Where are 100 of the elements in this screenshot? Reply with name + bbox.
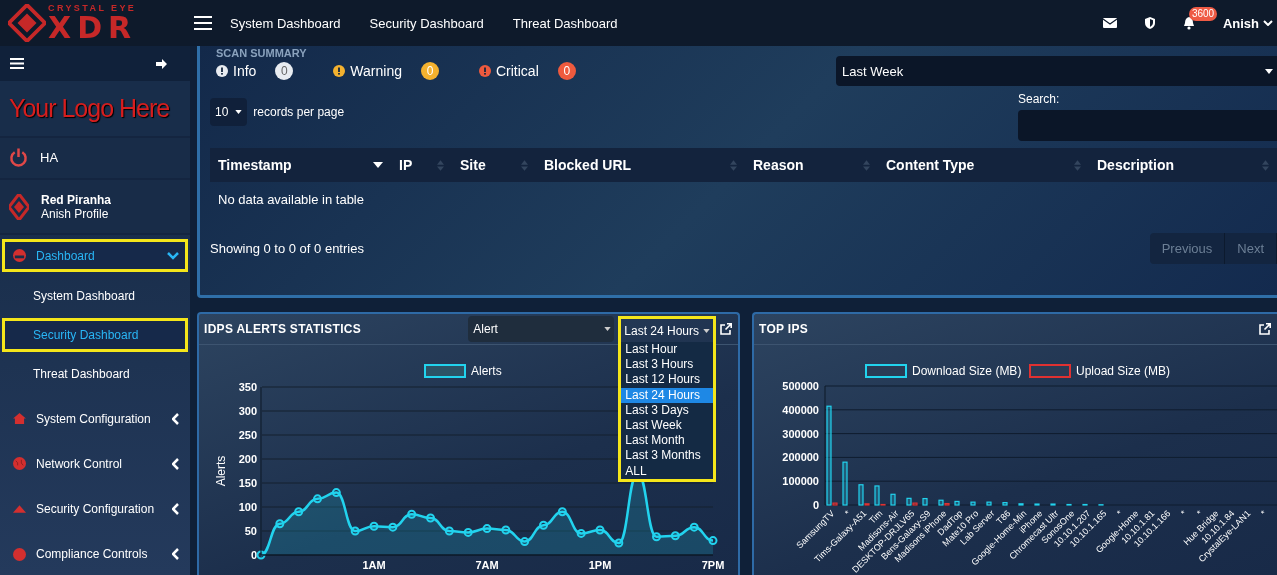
period-select[interactable]: Last Week (836, 56, 1277, 86)
home-icon (13, 413, 26, 425)
chevron-left-icon (172, 412, 179, 425)
legend-label: Download Size (MB) (912, 364, 1022, 378)
gauge-icon (13, 249, 26, 263)
external-link-icon[interactable] (720, 323, 732, 335)
chevron-down-icon (1263, 20, 1273, 26)
axis-tick-label: 1AM (362, 559, 386, 571)
axis-title: Alerts (214, 455, 228, 487)
column-header[interactable]: Blocked URL (544, 157, 632, 173)
dropdown-option[interactable]: Last 12 Hours (621, 372, 713, 388)
axis-tick-label: 300 (238, 405, 257, 417)
dropdown-option[interactable]: Last Month (621, 433, 713, 449)
sidebar-subitem[interactable]: Security Dashboard (2, 318, 188, 352)
ha-label[interactable]: HA (40, 150, 59, 166)
column-header[interactable]: Reason (753, 157, 804, 173)
data-point (501, 525, 511, 535)
profile-subtitle: Anish Profile (41, 206, 110, 221)
data-point (369, 521, 379, 531)
data-point (557, 507, 567, 517)
axis-category-label: * (1178, 508, 1189, 518)
nav-link[interactable]: Threat Dashboard (512, 15, 618, 31)
data-point (482, 524, 492, 534)
data-point (539, 520, 548, 530)
panel-title: TOP IPS (759, 322, 808, 336)
axis-tick-label: 200 (238, 453, 257, 465)
axis-tick-label: 150 (238, 477, 257, 489)
sidebar-item[interactable]: Compliance Controls (2, 537, 188, 571)
menu-icon[interactable] (10, 58, 24, 69)
menu-icon[interactable] (194, 16, 212, 30)
sign-out-icon[interactable] (156, 58, 168, 69)
column-header[interactable]: IP (399, 157, 413, 173)
severity-label[interactable]: Info (233, 63, 257, 79)
count-badge: 0 (421, 62, 439, 80)
user-menu[interactable]: Anish (1222, 15, 1273, 31)
sidebar-item[interactable]: Network Control (2, 447, 188, 481)
data-point (313, 494, 322, 504)
dropdown-option[interactable]: Last 24 Hours (621, 387, 713, 403)
sidebar-subitem[interactable]: Threat Dashboard (2, 357, 188, 391)
severity-label[interactable]: Critical (496, 63, 539, 79)
axis-tick-label: 300000 (782, 427, 819, 440)
dropdown-option[interactable]: Last Week (621, 418, 713, 434)
axis-tick-label: 0 (812, 499, 819, 511)
data-point (294, 507, 304, 517)
axis-tick-label: 50 (244, 525, 257, 537)
bar (954, 500, 960, 506)
sidebar-item[interactable]: System Configuration (2, 401, 188, 436)
count-badge: 0 (275, 62, 294, 80)
severity-label[interactable]: Warning (350, 63, 402, 79)
external-link-icon[interactable] (1259, 323, 1271, 335)
bar (1082, 503, 1088, 506)
axis-tick-label: 100 (238, 501, 257, 513)
bar (1018, 503, 1024, 506)
diamond-logo-icon (9, 193, 29, 220)
count-badge: 0 (557, 62, 576, 80)
data-point (576, 528, 586, 538)
caret-icon (1265, 68, 1273, 74)
data-point (275, 519, 285, 529)
column-header[interactable]: Description (1097, 157, 1174, 173)
data-point (463, 527, 473, 537)
data-point (407, 509, 417, 519)
dropdown-option[interactable]: Last 3 Days (621, 402, 713, 418)
axis-tick-label: 500000 (782, 380, 819, 392)
data-point (388, 522, 398, 532)
exclamation-icon (333, 65, 346, 77)
legend-label: Upload Size (MB) (1076, 364, 1171, 378)
power-icon[interactable] (9, 148, 28, 168)
legend-swatch (424, 364, 466, 378)
dropdown-option[interactable]: ALL (621, 463, 713, 479)
type-select[interactable]: Alert (468, 316, 615, 342)
data-point (614, 538, 624, 548)
shield-icon[interactable] (1144, 17, 1155, 29)
nav-link[interactable]: Security Dashboard (369, 15, 484, 31)
column-header[interactable]: Site (460, 157, 486, 173)
bar (986, 501, 992, 506)
dropdown-option[interactable]: Last 3 Months (621, 448, 713, 464)
nav-link[interactable]: System Dashboard (230, 15, 341, 31)
column-header[interactable]: Timestamp (218, 157, 292, 173)
bar (890, 493, 896, 506)
chevron-left-icon (172, 548, 179, 561)
data-point (520, 537, 530, 547)
dropdown-option[interactable]: Last 3 Hours (621, 357, 713, 373)
axis-tick-label: 7PM (701, 559, 725, 571)
column-header[interactable]: Content Type (886, 157, 975, 173)
search-field[interactable] (1018, 110, 1277, 141)
page-size-select[interactable]: 10 (210, 98, 248, 126)
sidebar-item[interactable]: Dashboard (2, 238, 188, 273)
sidebar-subitem[interactable]: System Dashboard (2, 279, 188, 313)
brand-tagline: CRYSTAL EYE (48, 3, 138, 13)
sidebar-item[interactable]: Security Configuration (2, 492, 188, 526)
panel-title: SCAN SUMMARY (216, 47, 307, 59)
mail-icon[interactable] (1102, 18, 1117, 28)
dropdown-option[interactable]: Last Hour (621, 342, 713, 358)
data-point (652, 532, 661, 542)
triangle-icon (13, 505, 26, 514)
bell-icon[interactable] (1182, 16, 1195, 30)
data-point (331, 488, 341, 498)
data-point (256, 550, 266, 560)
axis-tick-label: 200000 (782, 451, 819, 464)
axis-category-label: * (1258, 508, 1269, 518)
